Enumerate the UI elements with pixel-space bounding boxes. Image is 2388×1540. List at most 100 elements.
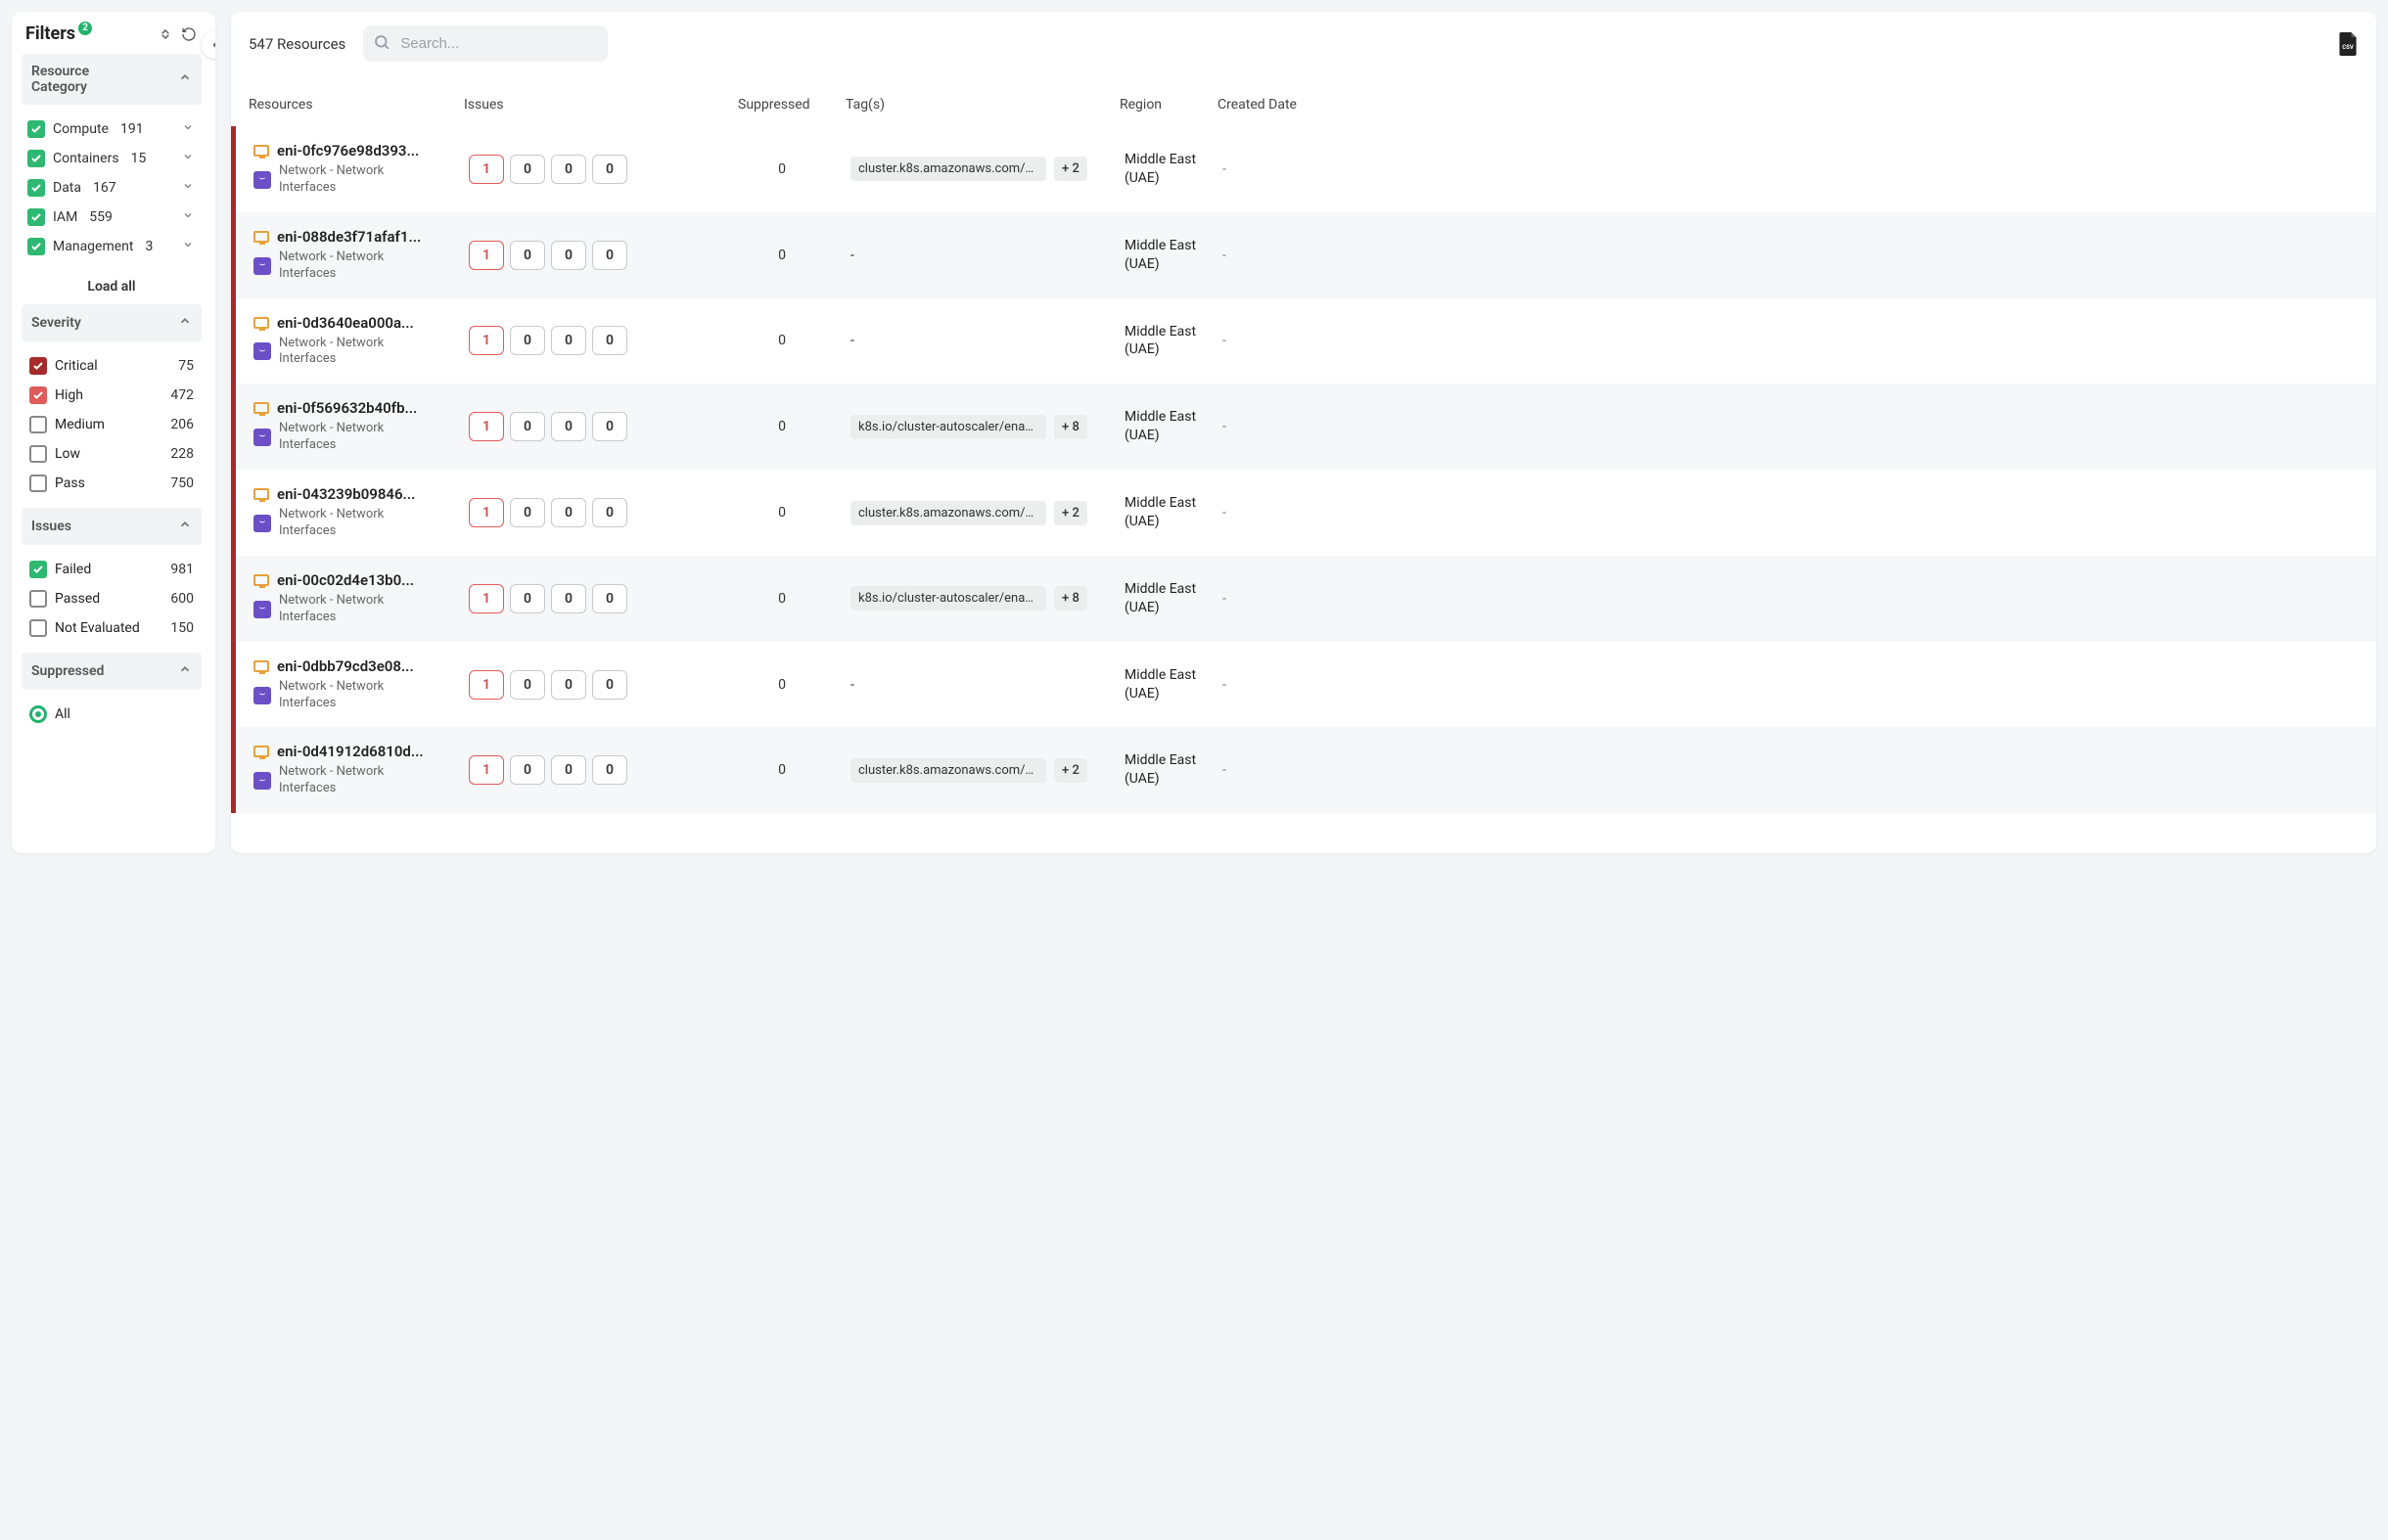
- resource-category-item[interactable]: Data167: [27, 173, 196, 203]
- resource-name[interactable]: eni-0fc976e98d393...: [277, 142, 419, 159]
- filter-group-issues: Issues: [22, 508, 202, 545]
- load-all-button[interactable]: Load all: [22, 271, 202, 304]
- table-row[interactable]: eni-00c02d4e13b0...⌣Network - Network In…: [231, 556, 2376, 642]
- table-row[interactable]: eni-0d41912d6810d... ⌣ Network - Network I…: [231, 727, 2376, 813]
- issue-count-pill[interactable]: 0: [551, 755, 586, 785]
- resource-category-item[interactable]: Management3: [27, 232, 196, 261]
- issues-item[interactable]: Passed600: [27, 584, 196, 613]
- tag-chip[interactable]: cluster.k8s.amazonaws.com/na...: [850, 501, 1046, 525]
- issue-count-pill[interactable]: 0: [592, 412, 627, 441]
- tag-chip[interactable]: k8s.io/cluster-autoscaler/enabl...: [850, 415, 1046, 439]
- severity-item[interactable]: Critical75: [27, 351, 196, 381]
- tag-chip[interactable]: cluster.k8s.amazonaws.com/na...: [850, 157, 1046, 181]
- issue-count-pill[interactable]: 0: [551, 498, 586, 527]
- suppressed-item[interactable]: All: [27, 700, 196, 729]
- table-row[interactable]: eni-0d3640ea000a...⌣Network - Network In…: [231, 298, 2376, 385]
- issue-count-pill[interactable]: 0: [592, 498, 627, 527]
- col-region[interactable]: Region: [1120, 97, 1217, 113]
- resource-name[interactable]: eni-0f569632b40fb...: [277, 399, 417, 417]
- issues-item[interactable]: Not Evaluated150: [27, 613, 196, 643]
- resource-category-item[interactable]: Containers15: [27, 144, 196, 173]
- issue-count-pill[interactable]: 1: [469, 584, 504, 613]
- filter-group-header-suppressed[interactable]: Suppressed: [22, 653, 202, 690]
- table-row[interactable]: eni-0dbb79cd3e08...⌣Network - Network In…: [231, 642, 2376, 728]
- collapse-icon: [158, 26, 173, 42]
- issues-cell: 1000: [469, 155, 743, 184]
- issue-count-pill[interactable]: 1: [469, 155, 504, 184]
- chevron-up-icon: [178, 70, 192, 88]
- resource-category-item[interactable]: IAM559: [27, 203, 196, 232]
- tag-more-button[interactable]: + 2: [1054, 157, 1087, 181]
- issue-count-pill[interactable]: 0: [592, 155, 627, 184]
- filter-label: Containers: [53, 151, 119, 166]
- filter-group-header-resource-category[interactable]: Resource Category: [22, 54, 202, 105]
- tags-cell: cluster.k8s.amazonaws.com/na... + 2: [850, 758, 1125, 783]
- issue-count-pill[interactable]: 0: [592, 241, 627, 270]
- severity-item[interactable]: High472: [27, 381, 196, 410]
- col-resources[interactable]: Resources: [249, 97, 464, 113]
- search-input[interactable]: [363, 25, 608, 62]
- issue-count-pill[interactable]: 0: [551, 241, 586, 270]
- issues-item[interactable]: Failed981: [27, 555, 196, 584]
- resource-name[interactable]: eni-00c02d4e13b0...: [277, 571, 414, 589]
- issue-count-pill[interactable]: 1: [469, 241, 504, 270]
- issue-count-pill[interactable]: 0: [510, 155, 545, 184]
- issue-count-pill[interactable]: 0: [510, 326, 545, 355]
- provider-icon: ⌣: [253, 515, 271, 532]
- severity-item[interactable]: Medium206: [27, 410, 196, 439]
- resource-name[interactable]: eni-088de3f71afaf1...: [277, 228, 421, 246]
- table-row[interactable]: eni-0f569632b40fb...⌣Network - Network I…: [231, 384, 2376, 470]
- tag-more-button[interactable]: + 8: [1054, 586, 1087, 611]
- tag-more-button[interactable]: + 2: [1054, 501, 1087, 525]
- provider-icon: ⌣: [253, 601, 271, 618]
- issue-count-pill[interactable]: 0: [510, 584, 545, 613]
- issue-count-pill[interactable]: 1: [469, 755, 504, 785]
- issue-count-pill[interactable]: 0: [551, 155, 586, 184]
- issue-count-pill[interactable]: 0: [510, 498, 545, 527]
- issue-count-pill[interactable]: 0: [510, 412, 545, 441]
- issue-count-pill[interactable]: 1: [469, 412, 504, 441]
- col-tags[interactable]: Tag(s): [846, 97, 1120, 113]
- issue-count-pill[interactable]: 0: [551, 326, 586, 355]
- table-row[interactable]: eni-0fc976e98d393...⌣Network - Network I…: [231, 126, 2376, 212]
- issue-count-pill[interactable]: 0: [592, 326, 627, 355]
- tag-chip[interactable]: cluster.k8s.amazonaws.com/na...: [850, 758, 1046, 783]
- issue-count-pill[interactable]: 0: [592, 584, 627, 613]
- col-issues[interactable]: Issues: [464, 97, 738, 113]
- severity-item[interactable]: Low228: [27, 439, 196, 469]
- filter-group-header-issues[interactable]: Issues: [22, 508, 202, 545]
- col-created[interactable]: Created Date: [1217, 97, 1335, 113]
- resource-name[interactable]: eni-0d3640ea000a...: [277, 314, 414, 332]
- resource-name[interactable]: eni-043239b09846...: [277, 485, 415, 503]
- export-csv-button[interactable]: CSV: [2337, 32, 2359, 56]
- issue-count-pill[interactable]: 0: [510, 241, 545, 270]
- resource-name[interactable]: eni-0d41912d6810d...: [277, 743, 424, 760]
- issue-count-pill[interactable]: 0: [592, 755, 627, 785]
- filter-group-title: Issues: [31, 519, 71, 534]
- table-row[interactable]: eni-043239b09846...⌣Network - Network In…: [231, 470, 2376, 556]
- tag-more-button[interactable]: + 8: [1054, 415, 1087, 439]
- tag-chip[interactable]: k8s.io/cluster-autoscaler/enabl...: [850, 586, 1046, 611]
- tag-more-button[interactable]: + 2: [1054, 758, 1087, 783]
- filter-group-header-severity[interactable]: Severity: [22, 304, 202, 341]
- resource-name[interactable]: eni-0dbb79cd3e08...: [277, 657, 414, 675]
- resource-cell: eni-0d3640ea000a...⌣Network - Network In…: [253, 314, 469, 369]
- resource-category-item[interactable]: Compute191: [27, 114, 196, 144]
- issue-count-pill[interactable]: 1: [469, 498, 504, 527]
- issue-count-pill[interactable]: 0: [510, 755, 545, 785]
- reset-filters-button[interactable]: [180, 25, 198, 43]
- issue-count-pill[interactable]: 0: [551, 670, 586, 700]
- issue-count-pill[interactable]: 1: [469, 326, 504, 355]
- provider-icon: ⌣: [253, 772, 271, 790]
- issue-count-pill[interactable]: 1: [469, 670, 504, 700]
- collapse-all-button[interactable]: [157, 25, 174, 43]
- created-cell: -: [1222, 419, 1340, 434]
- issue-count-pill[interactable]: 0: [510, 670, 545, 700]
- issue-count-pill[interactable]: 0: [551, 412, 586, 441]
- severity-item[interactable]: Pass750: [27, 469, 196, 498]
- issue-count-pill[interactable]: 0: [551, 584, 586, 613]
- resource-subtype: Network - Network Interfaces: [279, 764, 426, 797]
- table-row[interactable]: eni-088de3f71afaf1...⌣Network - Network …: [231, 212, 2376, 298]
- col-suppressed[interactable]: Suppressed: [738, 97, 846, 113]
- issue-count-pill[interactable]: 0: [592, 670, 627, 700]
